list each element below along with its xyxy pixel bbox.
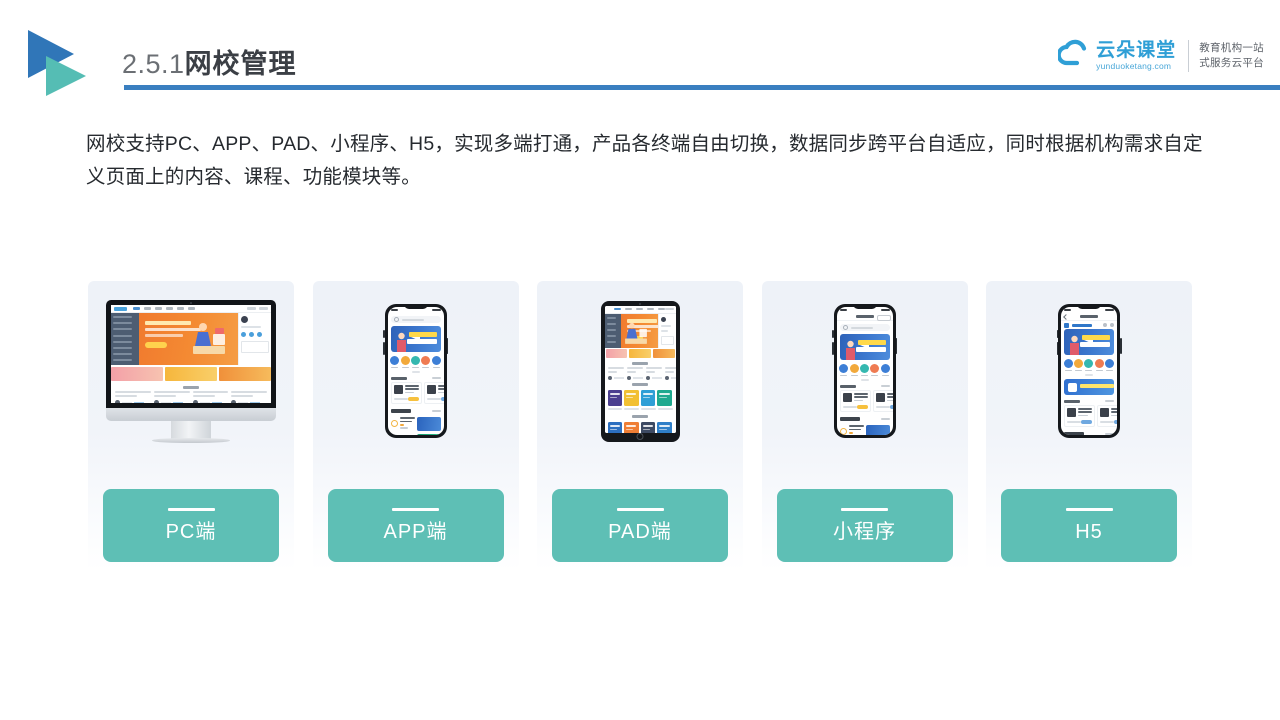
brand-divider bbox=[1188, 40, 1190, 72]
label-dash bbox=[616, 508, 664, 511]
device-mockup-phone-app bbox=[313, 281, 519, 461]
slide-root: 2.5.1网校管理 云朵课堂 yunduoketang.com 教育机构一站 式… bbox=[0, 0, 1280, 720]
brand-tagline: 教育机构一站 式服务云平台 bbox=[1199, 41, 1264, 71]
platform-label-text: PC端 bbox=[165, 521, 217, 543]
phone-icon bbox=[383, 304, 448, 438]
double-triangle-play-logo-icon bbox=[28, 30, 100, 100]
back-arrow-icon[interactable] bbox=[1063, 314, 1069, 320]
platform-label-miniprogram[interactable]: 小程序 bbox=[776, 489, 953, 562]
platform-card-list: PC端 APP端 PAD端 小程序 H5 bbox=[88, 281, 1192, 571]
miniprogram-capsule-icon bbox=[876, 315, 891, 321]
label-dash bbox=[167, 508, 215, 511]
platform-label-pad[interactable]: PAD端 bbox=[552, 489, 728, 562]
logo-triangle-teal bbox=[46, 56, 86, 96]
platform-label-text: 小程序 bbox=[833, 521, 896, 543]
device-mockup-tablet bbox=[537, 281, 743, 461]
tablet-icon bbox=[600, 300, 680, 442]
platform-card-h5[interactable]: H5 bbox=[986, 281, 1192, 571]
device-mockup-phone-miniprogram bbox=[762, 281, 968, 461]
brand-tagline-line1: 教育机构一站 bbox=[1199, 42, 1264, 54]
page-title-number: 2.5.1 bbox=[122, 49, 185, 79]
phone-icon bbox=[1056, 304, 1122, 438]
platform-label-h5[interactable]: H5 bbox=[1001, 489, 1177, 562]
body-paragraph: 网校支持PC、APP、PAD、小程序、H5，实现多端打通，产品各终端自由切换，数… bbox=[86, 133, 1203, 188]
device-mockup-desktop bbox=[88, 281, 294, 461]
brand-url: yunduoketang.com bbox=[1096, 60, 1172, 71]
brand-logo: 云朵课堂 yunduoketang.com bbox=[1056, 39, 1177, 74]
brand-name: 云朵课堂 bbox=[1096, 39, 1177, 61]
page-title: 2.5.1网校管理 bbox=[122, 42, 297, 81]
platform-card-pad[interactable]: PAD端 bbox=[537, 281, 743, 571]
device-mockup-phone-h5 bbox=[986, 281, 1192, 461]
title-underline-rule bbox=[124, 85, 1280, 90]
platform-label-app[interactable]: APP端 bbox=[327, 489, 504, 562]
platform-card-miniprogram[interactable]: 小程序 bbox=[761, 281, 968, 571]
platform-label-text: APP端 bbox=[383, 521, 448, 543]
page-title-text: 网校管理 bbox=[184, 49, 297, 79]
label-dash bbox=[1065, 508, 1113, 511]
label-dash bbox=[841, 508, 888, 511]
platform-label-text: PAD端 bbox=[608, 521, 672, 543]
brand-tagline-line2: 式服务云平台 bbox=[1199, 57, 1264, 69]
site-logo-icon bbox=[1064, 322, 1069, 328]
monitor-icon bbox=[98, 296, 284, 446]
platform-card-pc[interactable]: PC端 bbox=[88, 281, 294, 571]
label-dash bbox=[392, 508, 439, 511]
slide-header: 2.5.1网校管理 云朵课堂 yunduoketang.com 教育机构一站 式… bbox=[0, 0, 1280, 110]
cloud-icon bbox=[1056, 39, 1092, 74]
platform-card-app[interactable]: APP端 bbox=[312, 281, 519, 571]
platform-label-pc[interactable]: PC端 bbox=[103, 489, 279, 562]
brand-lockup: 云朵课堂 yunduoketang.com 教育机构一站 式服务云平台 bbox=[1056, 33, 1264, 79]
phone-icon bbox=[832, 304, 897, 438]
platform-label-text: H5 bbox=[1075, 521, 1103, 543]
